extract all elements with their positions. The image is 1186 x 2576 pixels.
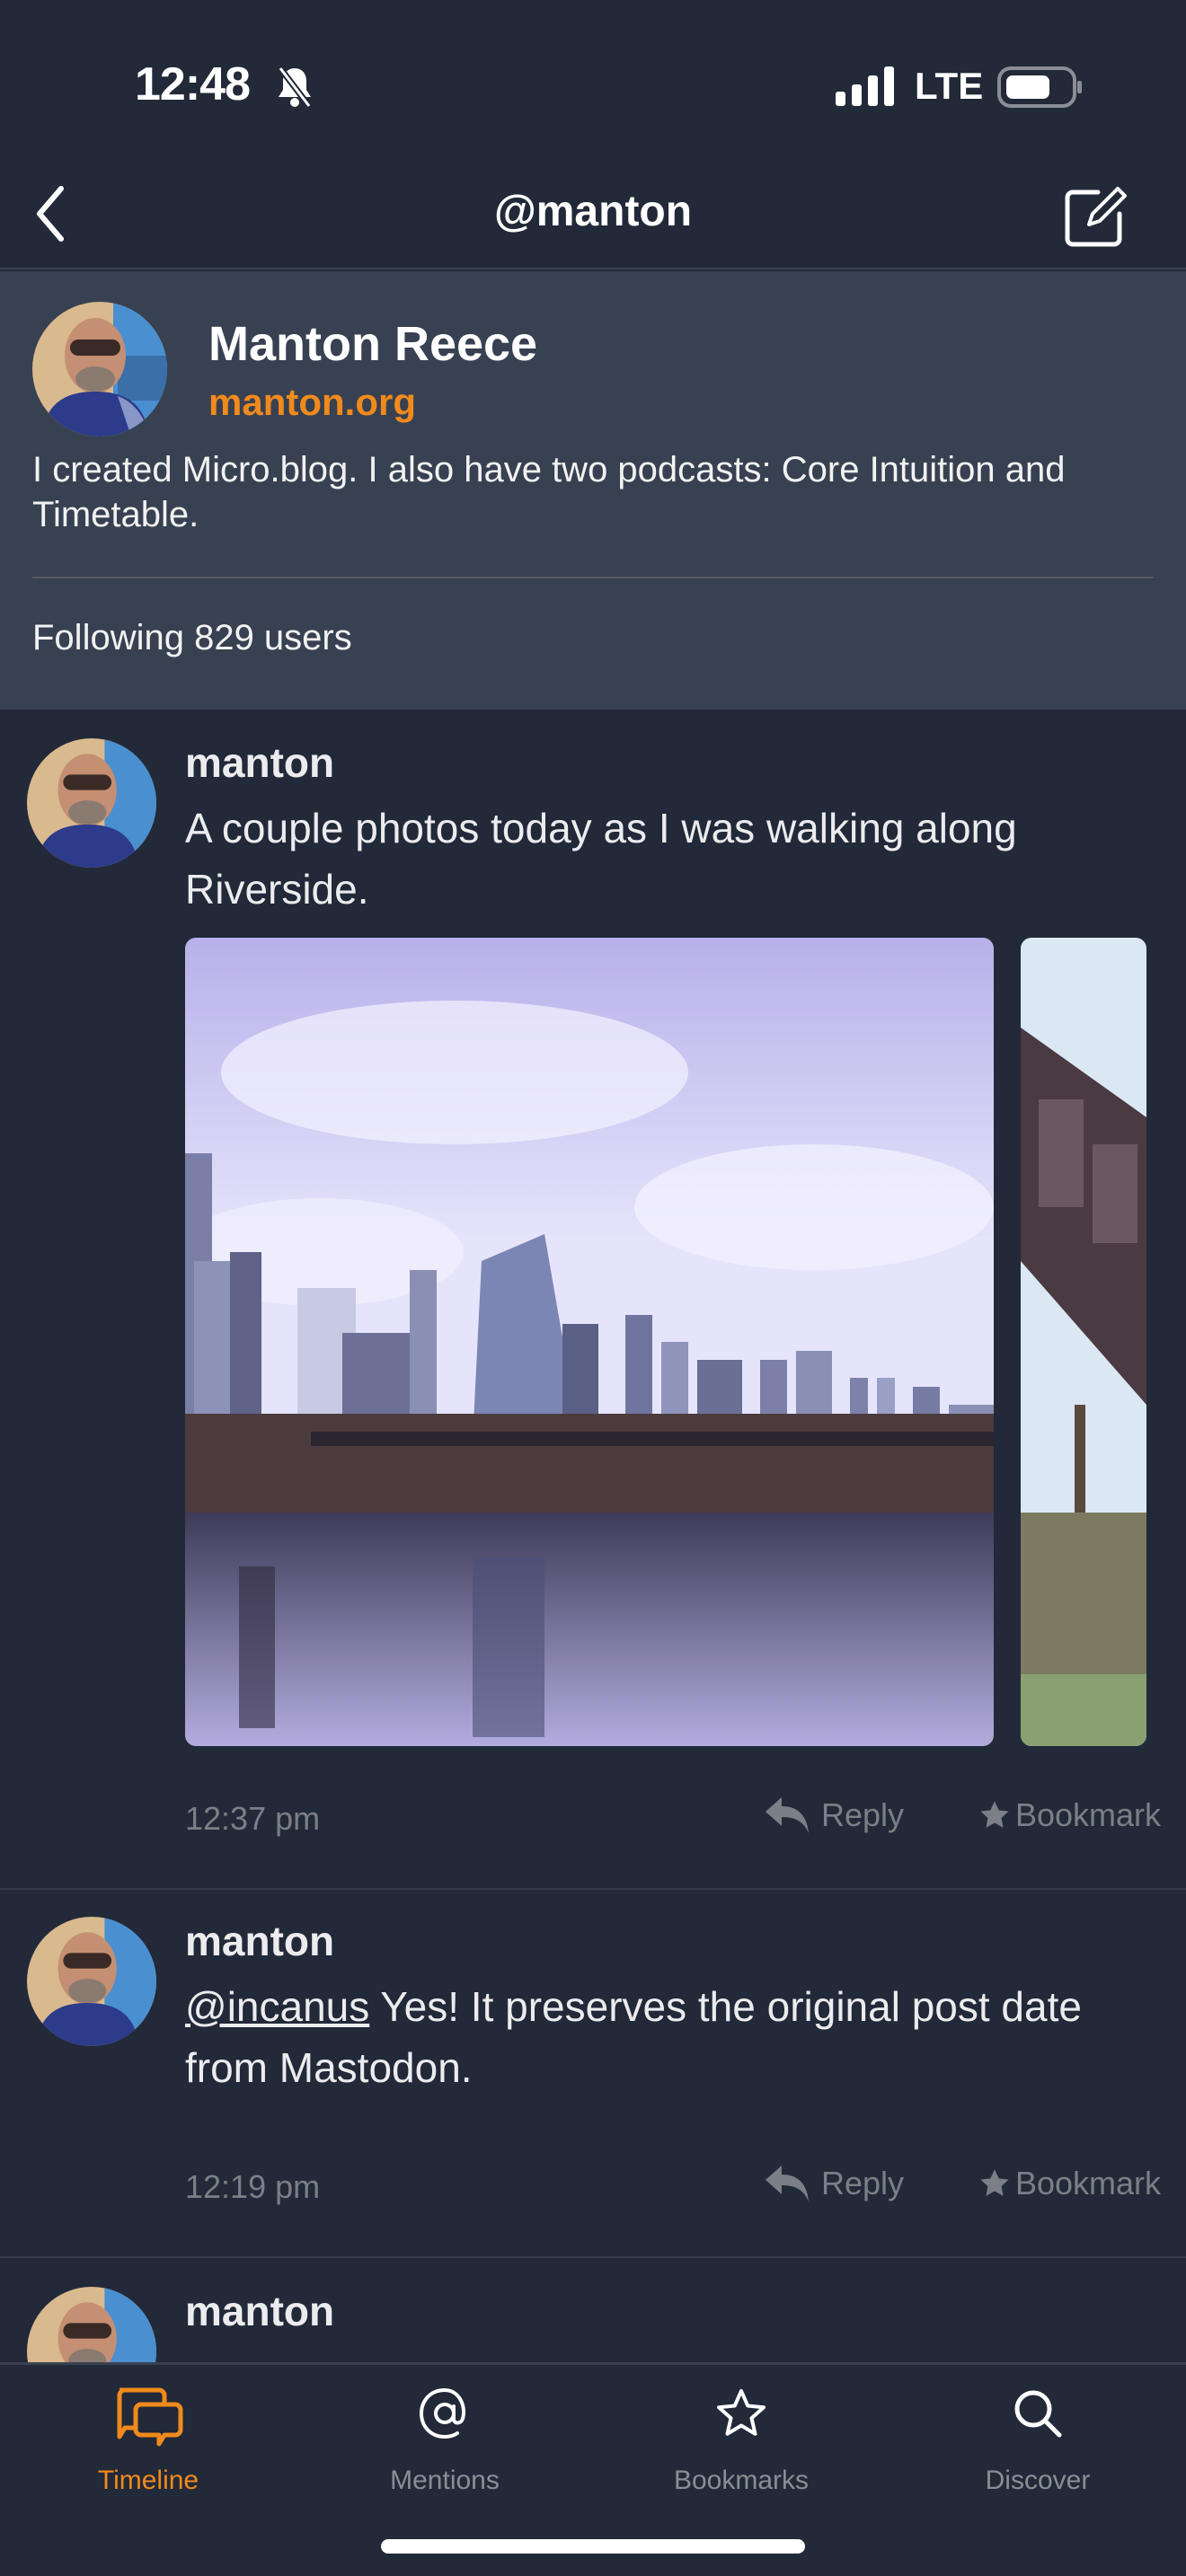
avatar[interactable]	[27, 2287, 156, 2362]
home-indicator[interactable]	[381, 2539, 805, 2554]
tab-mentions[interactable]: Mentions	[296, 2365, 593, 2509]
photo-thumbnail[interactable]	[185, 938, 994, 1746]
tab-label: Bookmarks	[673, 2466, 810, 2495]
status-bar: 12:48 LTE	[0, 0, 1186, 171]
post-text: @incanus Yes! It preserves the original …	[185, 1976, 1155, 2098]
reply-label: Reply	[820, 1796, 904, 1833]
tab-bookmarks[interactable]: Bookmarks	[593, 2365, 890, 2509]
bookmark-label: Bookmark	[1014, 2165, 1161, 2201]
at-icon	[419, 2387, 465, 2439]
bell-slash-icon	[278, 66, 312, 109]
navigation-bar: @manton	[0, 171, 1186, 269]
post-timestamp[interactable]: 12:37 pm	[185, 1800, 320, 1838]
profile-bio: I created Micro.blog. I also have two po…	[32, 450, 1066, 534]
network-type: LTE	[915, 65, 984, 107]
post-author[interactable]: manton	[185, 1917, 334, 1965]
signal-icon	[836, 66, 894, 106]
bookmark-button[interactable]: Bookmark	[979, 1796, 1161, 1834]
reply-label: Reply	[820, 2165, 904, 2201]
chat-bubbles-icon	[117, 2387, 183, 2447]
profile-url-link[interactable]: manton.org	[208, 381, 416, 424]
post-item[interactable]: manton	[0, 2260, 1186, 2362]
post-author[interactable]: manton	[185, 738, 334, 787]
search-icon	[1014, 2390, 1062, 2438]
profile-name: Manton Reece	[208, 317, 538, 371]
bookmark-button[interactable]: Bookmark	[979, 2165, 1161, 2202]
tab-label: Timeline	[97, 2466, 199, 2495]
post-footer: 12:19 pm Reply Bookmark	[185, 2165, 1161, 2222]
reply-button[interactable]: Reply	[765, 1796, 904, 1834]
post-text: A couple photos today as I was walking a…	[185, 805, 1017, 913]
photo-carousel[interactable]	[185, 938, 1186, 1746]
avatar[interactable]	[27, 1917, 156, 2046]
profile-header: Manton Reece manton.org I created Micro.…	[0, 271, 1186, 710]
divider	[32, 577, 1154, 578]
post-footer: 12:37 pm Reply Bookmark	[185, 1796, 1161, 1854]
tab-label: Mentions	[390, 2466, 500, 2495]
post-timestamp[interactable]: 12:19 pm	[185, 2168, 320, 2206]
reply-button[interactable]: Reply	[765, 2165, 904, 2202]
status-time: 12:48	[135, 58, 251, 110]
tab-discover[interactable]: Discover	[890, 2365, 1186, 2509]
post-item[interactable]: manton @incanus Yes! It preserves the or…	[0, 1890, 1186, 2258]
reply-icon	[765, 2166, 809, 2201]
photo-thumbnail[interactable]	[1021, 938, 1146, 1746]
avatar[interactable]	[27, 738, 156, 868]
bookmark-label: Bookmark	[1014, 1796, 1161, 1833]
avatar[interactable]	[32, 302, 167, 437]
star-icon	[717, 2389, 766, 2436]
star-icon	[980, 2169, 1009, 2196]
star-icon	[980, 1801, 1009, 1828]
post-author[interactable]: manton	[185, 2287, 334, 2335]
page-title: @manton	[493, 188, 693, 235]
tab-timeline[interactable]: Timeline	[0, 2365, 296, 2509]
following-count-link[interactable]: Following 829 users	[32, 618, 352, 658]
mention-link[interactable]: @incanus	[185, 1983, 369, 2030]
post-item[interactable]: manton A couple photos today as I was wa…	[0, 711, 1186, 1890]
compose-icon[interactable]	[1062, 183, 1128, 250]
reply-icon	[765, 1797, 809, 1833]
tab-label: Discover	[985, 2466, 1091, 2495]
battery-icon	[997, 66, 1082, 108]
